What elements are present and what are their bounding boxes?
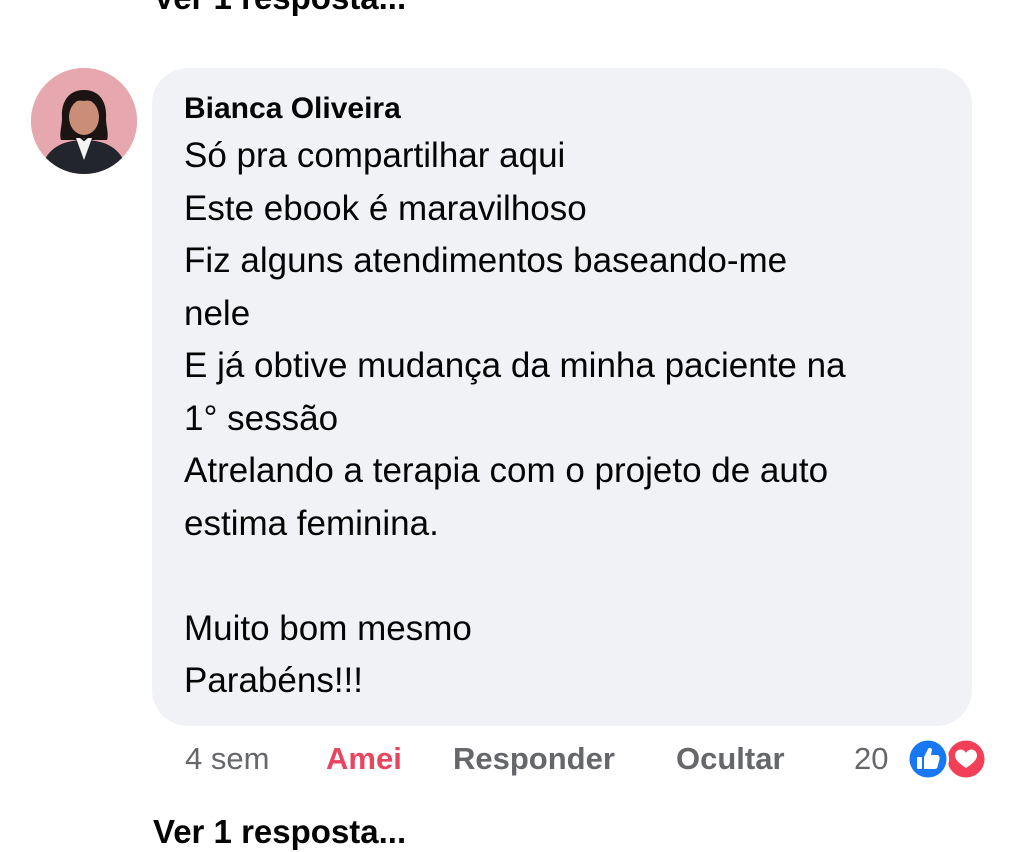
comment-line: 1° sessão [184,398,339,438]
comment-line: Fiz alguns atendimentos baseando-me [184,241,788,280]
hide-button[interactable]: Ocultar [676,736,785,782]
comment-bubble: Bianca Oliveira Só pra compartilhar aqui… [152,68,972,726]
comment-actions: 4 sem Amei Responder Ocultar 20 [185,736,996,782]
reaction-count[interactable]: 20 [854,736,888,782]
comment-line: nele [184,293,251,333]
comment-line [184,550,940,603]
comment-text: Só pra compartilhar aqui Este ebook é ma… [184,130,940,708]
reply-button[interactable]: Responder [453,736,615,782]
comment-line: Atrelando a terapia com o projeto de aut… [184,451,829,490]
love-icon [945,738,987,780]
comment-line: Parabéns!!! [184,661,363,700]
comment-time[interactable]: 4 sem [185,736,269,782]
avatar-image [31,68,137,174]
reaction-icons[interactable] [906,737,996,781]
like-icon [907,738,949,780]
react-button[interactable]: Amei [326,736,402,782]
view-replies-link[interactable]: Ver 1 resposta... [153,812,406,852]
comment-line: Este ebook é maravilhoso [184,188,587,228]
comment-line: estima feminina. [184,503,439,543]
avatar[interactable] [31,68,137,174]
comment-author[interactable]: Bianca Oliveira [184,90,940,128]
view-replies-link-top[interactable]: Ver 1 resposta... [153,0,406,18]
comment-line: Muito bom mesmo [184,608,472,648]
comment-line: Só pra compartilhar aqui [184,136,566,175]
comment-line: E já obtive mudança da minha paciente na [184,346,846,385]
